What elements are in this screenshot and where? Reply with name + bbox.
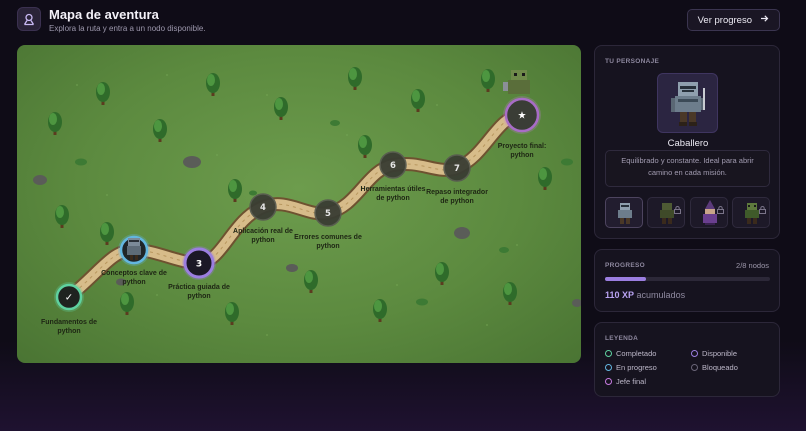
rock-icon <box>286 264 298 272</box>
character-slot-knight[interactable] <box>605 197 643 228</box>
tree-icon <box>538 167 552 190</box>
tree-icon <box>358 135 372 158</box>
xp-line: 110 XP acumulados <box>605 290 685 300</box>
node-6-label: Herramientas útiles de python <box>360 186 426 203</box>
view-progress-button[interactable]: Ver progreso <box>686 9 780 31</box>
tree-icon <box>435 262 449 285</box>
legend-dot <box>605 350 612 357</box>
bush-icon <box>561 158 573 166</box>
tree-icon <box>153 119 167 142</box>
tree-icon <box>120 292 134 315</box>
node-5-locked[interactable]: 5 <box>314 199 342 227</box>
tree-icon <box>48 112 62 135</box>
progress-bar <box>605 277 770 281</box>
progress-count: 2/8 nodos <box>736 261 769 270</box>
node-8-boss[interactable]: ★ <box>503 70 541 134</box>
legend-dot <box>691 364 698 371</box>
tree-icon <box>55 205 69 228</box>
node-3-available[interactable]: 3 <box>182 246 216 280</box>
node-4-label: Aplicación real de python <box>233 228 293 245</box>
arrow-right-icon <box>760 14 769 26</box>
legend-item-boss: Jefe final <box>605 377 646 386</box>
svg-text:4: 4 <box>260 203 266 213</box>
lock-icon <box>759 201 766 219</box>
xp-suffix: acumulados <box>636 290 686 300</box>
tree-icon <box>274 97 288 120</box>
progress-heading: PROGRESO <box>605 262 645 269</box>
character-slot-goblin[interactable] <box>732 197 770 228</box>
node-7-label: Repaso integrador de python <box>426 189 488 206</box>
rock-icon <box>454 227 470 239</box>
character-slot-ranger[interactable] <box>647 197 685 228</box>
node-2-label: Conceptos clave de python <box>101 270 167 287</box>
rock-icon <box>183 156 201 168</box>
legend-heading: LEYENDA <box>605 335 639 342</box>
svg-text:6: 6 <box>390 161 396 171</box>
node-5-label: Errores comunes de python <box>294 234 362 251</box>
map-canvas: ✓ 3 4 5 6 7 ★ <box>33 67 581 336</box>
svg-text:5: 5 <box>325 209 331 219</box>
node-3-label: Práctica guiada de python <box>168 284 230 301</box>
bush-icon <box>249 190 257 196</box>
legend-dot <box>605 364 612 371</box>
check-icon: ✓ <box>65 293 73 304</box>
bush-icon <box>416 298 428 306</box>
character-heading: TU PERSONAJE <box>605 58 660 65</box>
tree-icon <box>100 222 114 245</box>
goblin-boss-icon <box>503 70 530 94</box>
lock-icon <box>717 201 724 219</box>
page-subtitle: Explora la ruta y entra a un nodo dispon… <box>49 24 206 33</box>
node-8-label: Proyecto final: python <box>497 143 547 160</box>
tree-icon <box>96 82 110 105</box>
knight-icon <box>618 203 632 224</box>
tree-icon <box>481 69 495 92</box>
svg-text:7: 7 <box>454 164 460 174</box>
progress-panel: PROGRESO 2/8 nodos 110 XP acumulados <box>594 249 780 312</box>
view-progress-label: Ver progreso <box>697 14 752 26</box>
legend-item-completed: Completado <box>605 349 656 358</box>
star-icon: ★ <box>518 111 527 122</box>
tree-icon <box>373 299 387 322</box>
node-4-locked[interactable]: 4 <box>249 193 277 221</box>
node-7-locked[interactable]: 7 <box>443 154 471 182</box>
character-name: Caballero <box>667 138 709 149</box>
knight-icon <box>671 82 705 126</box>
bush-icon <box>330 120 340 126</box>
legend-dot <box>605 378 612 385</box>
tree-icon <box>503 282 517 305</box>
xp-value: 110 XP <box>605 290 635 300</box>
character-panel: TU PERSONAJE Caballero Equilibrado y con… <box>594 45 780 239</box>
tree-icon <box>304 270 318 293</box>
node-6-locked[interactable]: 6 <box>379 151 407 179</box>
character-description: Equilibrado y constante. Ideal para abri… <box>605 150 770 187</box>
adventure-map: ✓ 3 4 5 6 7 ★ Fundamentos de python Conc… <box>17 45 581 363</box>
tree-icon <box>228 179 242 202</box>
lock-icon <box>674 201 681 219</box>
tree-icon <box>411 89 425 112</box>
map-pin-icon <box>17 7 41 31</box>
legend-panel: LEYENDA Completado Disponible En progres… <box>594 322 780 397</box>
legend-dot <box>691 350 698 357</box>
legend-item-available: Disponible <box>691 349 737 358</box>
page-title: Mapa de aventura <box>49 7 159 22</box>
legend-item-locked: Bloqueado <box>691 363 738 372</box>
bush-icon <box>75 158 87 166</box>
legend-item-in-progress: En progreso <box>605 363 657 372</box>
progress-bar-fill <box>605 277 647 281</box>
node-1-completed[interactable]: ✓ <box>54 282 84 312</box>
node-2-in-progress[interactable] <box>118 234 150 266</box>
tree-icon <box>225 302 239 325</box>
node-1-label: Fundamentos de python <box>40 319 98 336</box>
tree-icon <box>348 67 362 90</box>
rock-icon <box>572 299 581 307</box>
character-portrait <box>657 73 718 133</box>
svg-text:3: 3 <box>196 260 202 270</box>
tree-icon <box>206 73 220 96</box>
character-slot-mage[interactable] <box>690 197 728 228</box>
page-header: Mapa de aventura Explora la ruta y entra… <box>17 7 780 37</box>
rock-icon <box>33 175 47 185</box>
bush-icon <box>499 247 509 253</box>
